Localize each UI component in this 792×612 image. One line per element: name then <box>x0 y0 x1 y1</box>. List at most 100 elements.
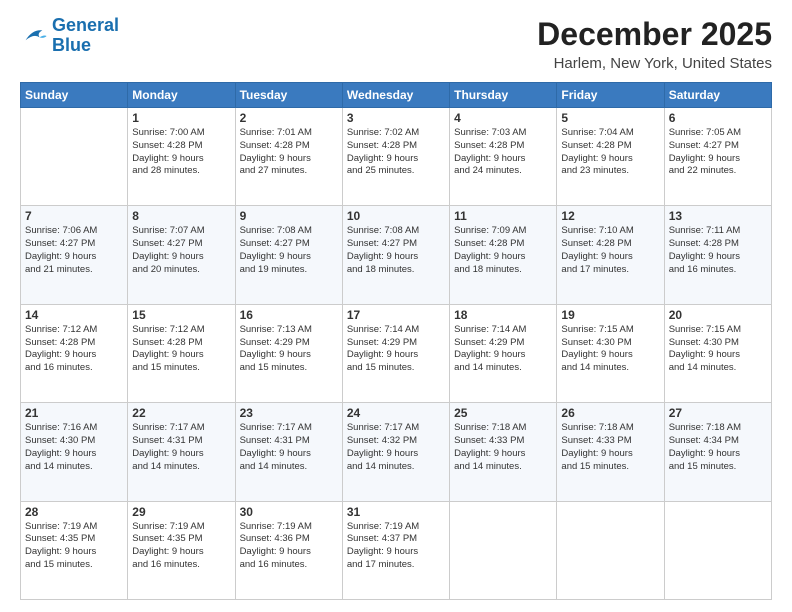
day-number: 28 <box>25 505 123 519</box>
cell-info: Sunrise: 7:18 AM Sunset: 4:34 PM Dayligh… <box>669 422 767 473</box>
calendar-cell: 20 Sunrise: 7:15 AM Sunset: 4:30 PM Dayli… <box>664 304 771 402</box>
calendar-cell: 16 Sunrise: 7:13 AM Sunset: 4:29 PM Dayli… <box>235 304 342 402</box>
calendar-cell: 18 Sunrise: 7:14 AM Sunset: 4:29 PM Dayli… <box>450 304 557 402</box>
calendar-cell: 15 Sunrise: 7:12 AM Sunset: 4:28 PM Dayli… <box>128 304 235 402</box>
cell-info: Sunrise: 7:14 AM Sunset: 4:29 PM Dayligh… <box>347 324 445 375</box>
col-monday: Monday <box>128 83 235 108</box>
calendar-cell: 5Sunrise: 7:04 AM Sunset: 4:28 PM Daylig… <box>557 108 664 206</box>
cell-info: Sunrise: 7:19 AM Sunset: 4:35 PM Dayligh… <box>132 521 230 572</box>
calendar-cell: 2 Sunrise: 7:01 AM Sunset: 4:28 PM Daylig… <box>235 108 342 206</box>
cell-info: Sunrise: 7:12 AM Sunset: 4:28 PM Dayligh… <box>132 324 230 375</box>
day-number: 22 <box>132 406 230 420</box>
calendar-cell: 6Sunrise: 7:05 AM Sunset: 4:27 PM Daylig… <box>664 108 771 206</box>
day-number: 13 <box>669 209 767 223</box>
col-friday: Friday <box>557 83 664 108</box>
day-number: 16 <box>240 308 338 322</box>
cell-info: Sunrise: 7:17 AM Sunset: 4:31 PM Dayligh… <box>132 422 230 473</box>
calendar-header-row: Sunday Monday Tuesday Wednesday Thursday… <box>21 83 772 108</box>
day-number: 17 <box>347 308 445 322</box>
day-number: 26 <box>561 406 659 420</box>
calendar-cell: 24 Sunrise: 7:17 AM Sunset: 4:32 PM Dayli… <box>342 403 449 501</box>
cell-info: Sunrise: 7:09 AM Sunset: 4:28 PM Dayligh… <box>454 225 552 276</box>
cell-info: Sunrise: 7:04 AM Sunset: 4:28 PM Dayligh… <box>561 127 659 178</box>
cell-info: Sunrise: 7:06 AM Sunset: 4:27 PM Dayligh… <box>25 225 123 276</box>
day-number: 1 <box>132 111 230 125</box>
calendar-cell: 9 Sunrise: 7:08 AM Sunset: 4:27 PM Daylig… <box>235 206 342 304</box>
col-thursday: Thursday <box>450 83 557 108</box>
calendar-cell: 27 Sunrise: 7:18 AM Sunset: 4:34 PM Dayli… <box>664 403 771 501</box>
day-number: 12 <box>561 209 659 223</box>
cell-info: Sunrise: 7:15 AM Sunset: 4:30 PM Dayligh… <box>669 324 767 375</box>
cell-info: Sunrise: 7:07 AM Sunset: 4:27 PM Dayligh… <box>132 225 230 276</box>
day-number: 25 <box>454 406 552 420</box>
calendar-cell: 28 Sunrise: 7:19 AM Sunset: 4:35 PM Dayli… <box>21 501 128 599</box>
calendar-table: Sunday Monday Tuesday Wednesday Thursday… <box>20 82 772 600</box>
cell-info: Sunrise: 7:14 AM Sunset: 4:29 PM Dayligh… <box>454 324 552 375</box>
cell-info: Sunrise: 7:11 AM Sunset: 4:28 PM Dayligh… <box>669 225 767 276</box>
cell-info: Sunrise: 7:19 AM Sunset: 4:35 PM Dayligh… <box>25 521 123 572</box>
calendar-cell: 4Sunrise: 7:03 AM Sunset: 4:28 PM Daylig… <box>450 108 557 206</box>
cell-info: Sunrise: 7:13 AM Sunset: 4:29 PM Dayligh… <box>240 324 338 375</box>
cell-info: Sunrise: 7:10 AM Sunset: 4:28 PM Dayligh… <box>561 225 659 276</box>
cell-info: Sunrise: 7:12 AM Sunset: 4:28 PM Dayligh… <box>25 324 123 375</box>
calendar-cell: 25 Sunrise: 7:18 AM Sunset: 4:33 PM Dayli… <box>450 403 557 501</box>
day-number: 27 <box>669 406 767 420</box>
day-number: 23 <box>240 406 338 420</box>
calendar-cell: 3Sunrise: 7:02 AM Sunset: 4:28 PM Daylig… <box>342 108 449 206</box>
cell-info: Sunrise: 7:18 AM Sunset: 4:33 PM Dayligh… <box>454 422 552 473</box>
calendar-cell <box>450 501 557 599</box>
cell-info: Sunrise: 7:17 AM Sunset: 4:32 PM Dayligh… <box>347 422 445 473</box>
calendar-cell: 14 Sunrise: 7:12 AM Sunset: 4:28 PM Dayli… <box>21 304 128 402</box>
cell-info: Sunrise: 7:08 AM Sunset: 4:27 PM Dayligh… <box>240 225 338 276</box>
main-title: December 2025 <box>537 16 772 53</box>
day-number: 9 <box>240 209 338 223</box>
calendar-cell: 23 Sunrise: 7:17 AM Sunset: 4:31 PM Dayli… <box>235 403 342 501</box>
calendar-week-row: 21 Sunrise: 7:16 AM Sunset: 4:30 PM Dayli… <box>21 403 772 501</box>
cell-info: Sunrise: 7:19 AM Sunset: 4:36 PM Dayligh… <box>240 521 338 572</box>
cell-info: Sunrise: 7:00 AM Sunset: 4:28 PM Dayligh… <box>132 127 230 178</box>
calendar-cell: 30 Sunrise: 7:19 AM Sunset: 4:36 PM Dayli… <box>235 501 342 599</box>
day-number: 4 <box>454 111 552 125</box>
day-number: 18 <box>454 308 552 322</box>
day-number: 31 <box>347 505 445 519</box>
calendar-week-row: 7 Sunrise: 7:06 AM Sunset: 4:27 PM Daylig… <box>21 206 772 304</box>
day-number: 14 <box>25 308 123 322</box>
cell-info: Sunrise: 7:18 AM Sunset: 4:33 PM Dayligh… <box>561 422 659 473</box>
logo-bird-icon <box>20 26 48 46</box>
day-number: 21 <box>25 406 123 420</box>
day-number: 20 <box>669 308 767 322</box>
col-wednesday: Wednesday <box>342 83 449 108</box>
cell-info: Sunrise: 7:16 AM Sunset: 4:30 PM Dayligh… <box>25 422 123 473</box>
calendar-cell: 22 Sunrise: 7:17 AM Sunset: 4:31 PM Dayli… <box>128 403 235 501</box>
calendar-cell: 8 Sunrise: 7:07 AM Sunset: 4:27 PM Daylig… <box>128 206 235 304</box>
cell-info: Sunrise: 7:17 AM Sunset: 4:31 PM Dayligh… <box>240 422 338 473</box>
col-tuesday: Tuesday <box>235 83 342 108</box>
col-sunday: Sunday <box>21 83 128 108</box>
day-number: 29 <box>132 505 230 519</box>
calendar-cell: 29 Sunrise: 7:19 AM Sunset: 4:35 PM Dayli… <box>128 501 235 599</box>
calendar-week-row: 14 Sunrise: 7:12 AM Sunset: 4:28 PM Dayli… <box>21 304 772 402</box>
logo-blue: Blue <box>52 36 119 56</box>
day-number: 24 <box>347 406 445 420</box>
logo-general: General <box>52 16 119 36</box>
calendar-cell: 11Sunrise: 7:09 AM Sunset: 4:28 PM Dayli… <box>450 206 557 304</box>
cell-info: Sunrise: 7:01 AM Sunset: 4:28 PM Dayligh… <box>240 127 338 178</box>
subtitle: Harlem, New York, United States <box>537 55 772 72</box>
day-number: 3 <box>347 111 445 125</box>
calendar-cell <box>664 501 771 599</box>
col-saturday: Saturday <box>664 83 771 108</box>
day-number: 7 <box>25 209 123 223</box>
calendar-cell: 1 Sunrise: 7:00 AM Sunset: 4:28 PM Daylig… <box>128 108 235 206</box>
day-number: 15 <box>132 308 230 322</box>
calendar-cell: 12 Sunrise: 7:10 AM Sunset: 4:28 PM Dayli… <box>557 206 664 304</box>
day-number: 30 <box>240 505 338 519</box>
day-number: 6 <box>669 111 767 125</box>
calendar-cell: 26 Sunrise: 7:18 AM Sunset: 4:33 PM Dayli… <box>557 403 664 501</box>
calendar-week-row: 1 Sunrise: 7:00 AM Sunset: 4:28 PM Daylig… <box>21 108 772 206</box>
calendar-cell: 13 Sunrise: 7:11 AM Sunset: 4:28 PM Dayli… <box>664 206 771 304</box>
day-number: 2 <box>240 111 338 125</box>
day-number: 8 <box>132 209 230 223</box>
title-block: December 2025 Harlem, New York, United S… <box>537 16 772 72</box>
calendar-cell: 31Sunrise: 7:19 AM Sunset: 4:37 PM Dayli… <box>342 501 449 599</box>
header: General Blue December 2025 Harlem, New Y… <box>20 16 772 72</box>
